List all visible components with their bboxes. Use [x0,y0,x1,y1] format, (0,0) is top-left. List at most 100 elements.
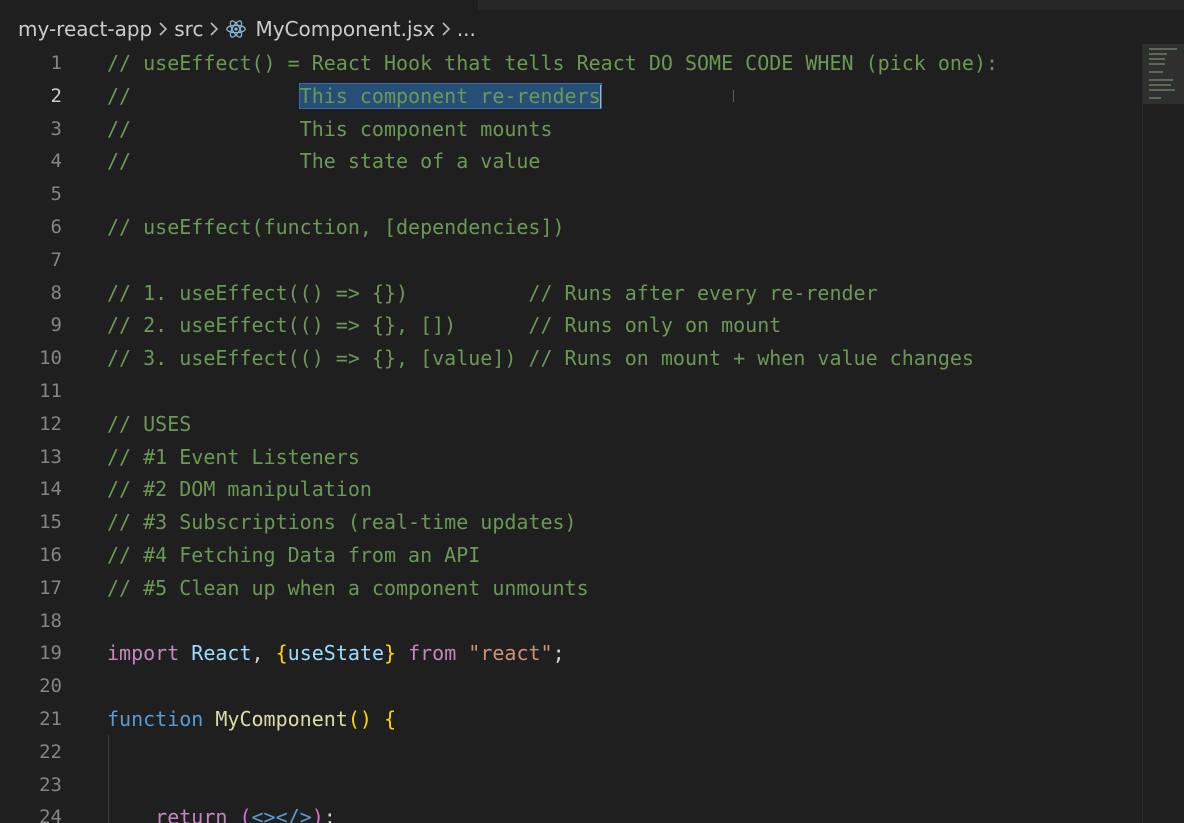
breadcrumb-project[interactable]: my-react-app [18,17,152,41]
code-token: // This component mounts [107,116,553,141]
code-line[interactable]: 16 // #4 Fetching Data from an API [0,539,1140,572]
code-line[interactable]: 6 // useEffect(function, [dependencies]) [0,211,1140,244]
code-line[interactable]: 15 // #3 Subscriptions (real-time updates… [0,506,1140,539]
code-line[interactable]: 8 // 1. useEffect(() => {}) // Runs after… [0,277,1140,310]
line-number: 15 [39,511,62,534]
code-line[interactable]: 7 [0,244,1140,277]
line-text: // #4 Fetching Data from an API [107,539,480,572]
code-line[interactable]: 14 // #2 DOM manipulation [0,473,1140,506]
minimap-line [1149,79,1173,81]
code-line[interactable]: 12 // USES [0,408,1140,441]
code-token: ( [239,805,252,823]
minimap-line [1149,53,1167,55]
code-line[interactable]: 3 // This component mounts [0,113,1140,146]
tab-bar [0,0,1184,10]
code-line[interactable]: 1 // useEffect() = React Hook that tells … [0,47,1140,80]
code-token: // #2 DOM manipulation [107,477,372,502]
line-number: 2 [50,84,62,107]
line-number: 7 [50,248,62,271]
line-number: 23 [39,773,62,796]
react-icon [225,18,247,40]
line-number: 16 [39,543,62,566]
minimap-line [1149,89,1175,91]
line-number: 13 [39,445,62,468]
code-token: , [251,641,276,666]
minimap[interactable] [1142,44,1184,823]
code-line[interactable]: 9 // 2. useEffect(() => {}, []) // Runs o… [0,309,1140,342]
line-text: import React, {useState} from "react"; [107,637,565,670]
minimap-line [1149,84,1171,86]
code-token: // #4 Fetching Data from an API [107,542,481,567]
code-line[interactable]: 4 // The state of a value [0,145,1140,178]
line-number: 21 [39,707,62,730]
breadcrumb-folder[interactable]: src [174,17,203,41]
code-token: // useEffect(function, [dependencies]) [107,214,565,239]
tab-mycomponent[interactable] [0,0,479,10]
code-token: { [383,706,397,731]
line-number: 19 [39,642,62,665]
code-line[interactable]: 19 import React, {useState} from "react"; [0,637,1140,670]
code-line[interactable]: 11 [0,375,1140,408]
line-number: 12 [39,412,62,435]
code-token: ; [323,805,336,823]
line-text: // useEffect() = React Hook that tells R… [107,47,998,80]
breadcrumb-more[interactable]: ... [457,17,476,41]
code-token: return [155,805,228,823]
line-number: 11 [39,379,62,402]
line-number: 22 [39,740,62,763]
line-number: 4 [50,150,62,173]
text-mark [733,90,734,102]
code-token: { [275,641,288,666]
code-line[interactable]: 13 // #1 Event Listeners [0,441,1140,474]
code-line[interactable]: 2 // This component re-renders [0,80,1140,113]
minimap-line [1149,58,1165,60]
code-line[interactable]: 21 function MyComponent() { [0,703,1140,736]
code-token: function [107,706,204,731]
line-text: // This component re-renders [107,80,602,113]
code-token: // [107,83,300,108]
code-token: // #5 Clean up when a component unmounts [107,575,589,600]
code-token: import [107,641,180,666]
line-text: // 1. useEffect(() => {}) // Runs after … [107,277,878,310]
indent-guide [108,735,109,823]
minimap-line [1149,48,1177,50]
code-area[interactable]: 1 // useEffect() = React Hook that tells … [0,47,1140,823]
text-cursor [599,85,602,110]
line-text: function MyComponent() { [107,703,396,736]
line-text: // 2. useEffect(() => {}, []) // Runs on… [107,309,781,342]
code-line[interactable]: 18 [0,605,1140,638]
line-text: // #1 Event Listeners [107,441,360,474]
code-editor[interactable]: my-react-app src MyComponent.jsx ... 1 //… [0,0,1184,823]
code-line[interactable]: 5 [0,178,1140,211]
code-token: MyComponent [215,706,348,731]
code-line[interactable]: 22 [0,736,1140,769]
line-text: // useEffect(function, [dependencies]) [107,211,565,244]
line-number: 9 [50,314,62,337]
code-line[interactable]: 24 return (<></>); [0,801,1140,823]
line-number: 17 [39,576,62,599]
code-token: // 3. useEffect(() => {}, [value]) // Ru… [107,346,974,371]
code-line[interactable]: 17 // #5 Clean up when a component unmoun… [0,572,1140,605]
code-token: // USES [107,411,192,436]
breadcrumb-file[interactable]: MyComponent.jsx [255,17,434,41]
code-line[interactable]: 10 // 3. useEffect(() => {}, [value]) // … [0,342,1140,375]
line-number: 18 [39,609,62,632]
line-text: return (<></>); [107,801,336,823]
line-number: 24 [39,806,62,823]
code-token: <></> [251,805,312,823]
code-line[interactable]: 20 [0,670,1140,703]
code-token: "react" [468,641,553,666]
minimap-line [1149,63,1165,65]
code-token: from [408,641,457,666]
line-number: 3 [50,117,62,140]
code-line[interactable]: 23 [0,769,1140,802]
line-number: 5 [50,183,62,206]
breadcrumb: my-react-app src MyComponent.jsx ... [18,14,476,44]
chevron-right-icon [158,21,168,37]
line-number: 6 [50,215,62,238]
